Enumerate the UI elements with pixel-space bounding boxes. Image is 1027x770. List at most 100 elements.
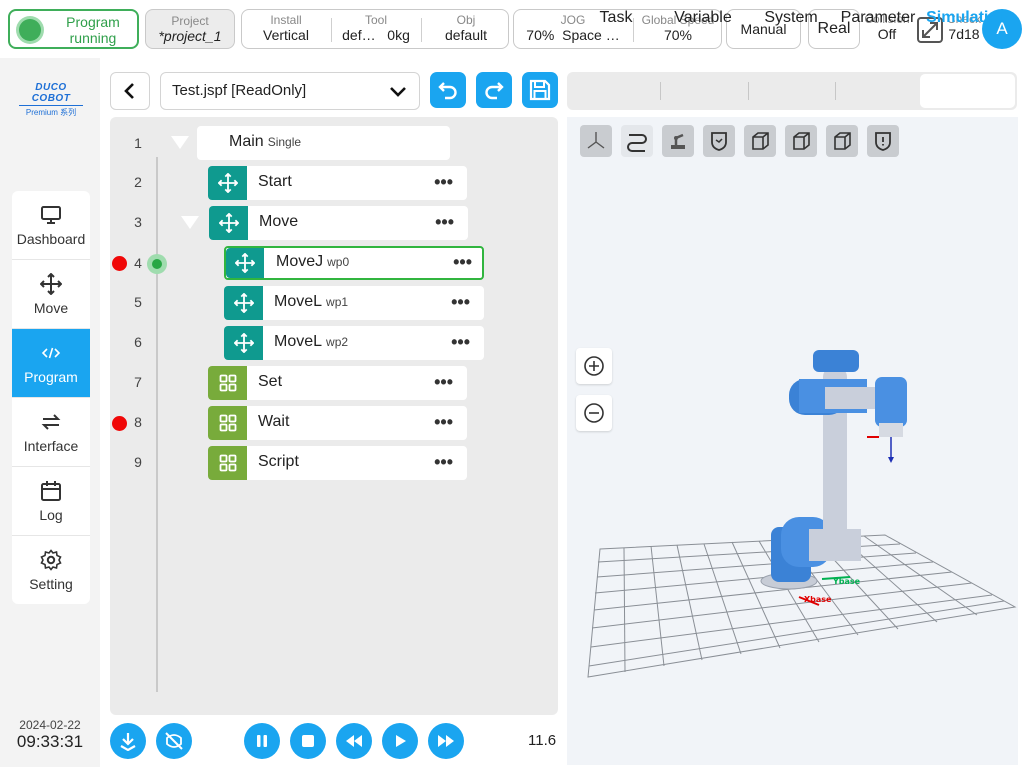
cube-front-icon <box>793 132 810 150</box>
more-options-icon[interactable]: ••• <box>451 332 470 353</box>
tree-node-script[interactable]: Script ••• <box>208 446 467 480</box>
node-sub: wp2 <box>326 335 349 349</box>
redo-button[interactable] <box>476 72 512 108</box>
warning-zone-button[interactable] <box>867 125 899 157</box>
tool-name: def… <box>342 27 376 43</box>
nav-menu: Dashboard Move Program Interface Log Set… <box>12 191 90 604</box>
node-sub: wp1 <box>326 295 349 309</box>
install-info-group[interactable]: Install Vertical Tool def… 0kg Obj defau… <box>241 9 509 49</box>
tab-simulation[interactable]: Simulation <box>922 9 1012 27</box>
tab-parameter[interactable]: Parameter <box>838 9 918 27</box>
nav-label: Interface <box>23 437 79 454</box>
breakpoint-icon[interactable] <box>112 416 127 431</box>
show-path-button[interactable] <box>621 125 653 157</box>
code-icon <box>41 347 61 358</box>
logo-subtitle: Premium 系列 <box>25 108 77 117</box>
more-options-icon[interactable]: ••• <box>451 292 470 313</box>
collision-value: Off <box>877 26 897 42</box>
node-label: MoveJ wp0 <box>276 253 349 271</box>
move-arrows-icon <box>218 213 239 233</box>
collapse-triangle-icon[interactable] <box>181 216 199 229</box>
more-options-icon[interactable]: ••• <box>434 372 453 393</box>
more-options-icon[interactable]: ••• <box>434 452 453 473</box>
install-cell: Install Vertical <box>242 13 330 44</box>
project-selector[interactable]: Project *project_1 <box>145 9 235 49</box>
play-button[interactable] <box>382 723 418 759</box>
more-options-icon[interactable]: ••• <box>435 212 454 233</box>
node-name: MoveL <box>274 293 323 310</box>
divider <box>748 82 749 100</box>
view-front-button[interactable] <box>785 125 817 157</box>
line-number: 4 <box>134 255 142 271</box>
chevron-left-icon <box>124 83 134 99</box>
pause-button[interactable] <box>244 723 280 759</box>
zoom-out-button[interactable] <box>576 395 612 431</box>
node-badge <box>208 366 247 400</box>
nav-item-setting[interactable]: Setting <box>12 536 90 604</box>
tab-variable[interactable]: Variable <box>666 9 740 27</box>
tree-node-start[interactable]: Start ••• <box>208 166 467 200</box>
program-file-select[interactable]: Test.jspf [ReadOnly] <box>160 72 420 110</box>
robot-view-button[interactable] <box>662 125 694 157</box>
nav-item-program[interactable]: Program <box>12 329 90 398</box>
fast-forward-icon <box>438 735 454 747</box>
tree-node-movel-wp2[interactable]: MoveL wp2 ••• <box>224 326 484 360</box>
move-arrows-icon <box>233 333 254 353</box>
line-number: 7 <box>134 374 142 390</box>
obj-cell: Obj default <box>422 13 510 44</box>
move-arrows-icon <box>40 272 62 295</box>
save-icon <box>529 79 551 101</box>
view-side-button[interactable] <box>826 125 858 157</box>
nav-item-move[interactable]: Move <box>12 260 90 329</box>
more-options-icon[interactable]: ••• <box>434 172 453 193</box>
status-line2: running <box>69 30 117 46</box>
move-arrows-icon <box>217 173 238 193</box>
step-back-button[interactable] <box>336 723 372 759</box>
undo-button[interactable] <box>430 72 466 108</box>
view-axes-button[interactable] <box>580 125 612 157</box>
disable-sim-button[interactable] <box>156 723 192 759</box>
more-options-icon[interactable]: ••• <box>453 252 472 273</box>
node-name: Script <box>258 453 299 470</box>
shield-check-icon <box>711 132 727 151</box>
status-line1: Program <box>66 14 120 30</box>
active-tab-background <box>920 74 1015 108</box>
collapse-triangle-icon[interactable] <box>171 136 189 149</box>
tree-node-move[interactable]: Move ••• <box>209 206 468 240</box>
tree-node-movej-selected[interactable]: MoveJ wp0 ••• <box>224 246 484 280</box>
stop-button[interactable] <box>290 723 326 759</box>
shield-alert-icon <box>875 132 891 151</box>
view-iso-button[interactable] <box>744 125 776 157</box>
safety-zone-button[interactable] <box>703 125 735 157</box>
tool-mass: 0kg <box>387 27 410 43</box>
tree-node-set[interactable]: Set ••• <box>208 366 467 400</box>
move-arrows-icon <box>235 253 255 273</box>
step-forward-button[interactable] <box>428 723 464 759</box>
tab-system[interactable]: System <box>754 9 828 27</box>
save-button[interactable] <box>522 72 558 108</box>
tree-node-main[interactable]: Main Single <box>197 126 450 160</box>
simulation-scene: Xbase Ybase <box>587 350 1017 678</box>
install-value: Vertical <box>263 27 309 43</box>
grid-icon <box>219 374 236 392</box>
tree-node-movel-wp1[interactable]: MoveL wp1 ••• <box>224 286 484 320</box>
undo-icon <box>438 82 457 100</box>
more-options-icon[interactable]: ••• <box>434 412 453 433</box>
step-into-button[interactable] <box>110 723 146 759</box>
zoom-in-icon <box>584 356 604 376</box>
simulation-viewport[interactable]: Xbase Ybase <box>567 117 1018 765</box>
zoom-in-button[interactable] <box>576 348 612 384</box>
stop-icon <box>302 735 314 747</box>
nav-item-dashboard[interactable]: Dashboard <box>12 191 90 260</box>
node-label: Main Single <box>229 133 301 151</box>
project-name: *project_1 <box>158 28 222 44</box>
nav-item-interface[interactable]: Interface <box>12 398 90 467</box>
global-speed-value: 70% <box>663 27 693 43</box>
node-label: Set <box>258 373 282 391</box>
tab-task[interactable]: Task <box>583 9 649 27</box>
breakpoint-icon[interactable] <box>112 256 127 271</box>
nav-item-log[interactable]: Log <box>12 467 90 536</box>
back-button[interactable] <box>110 72 150 110</box>
program-status-indicator[interactable]: Program running <box>8 9 139 49</box>
tree-node-wait[interactable]: Wait ••• <box>208 406 467 440</box>
